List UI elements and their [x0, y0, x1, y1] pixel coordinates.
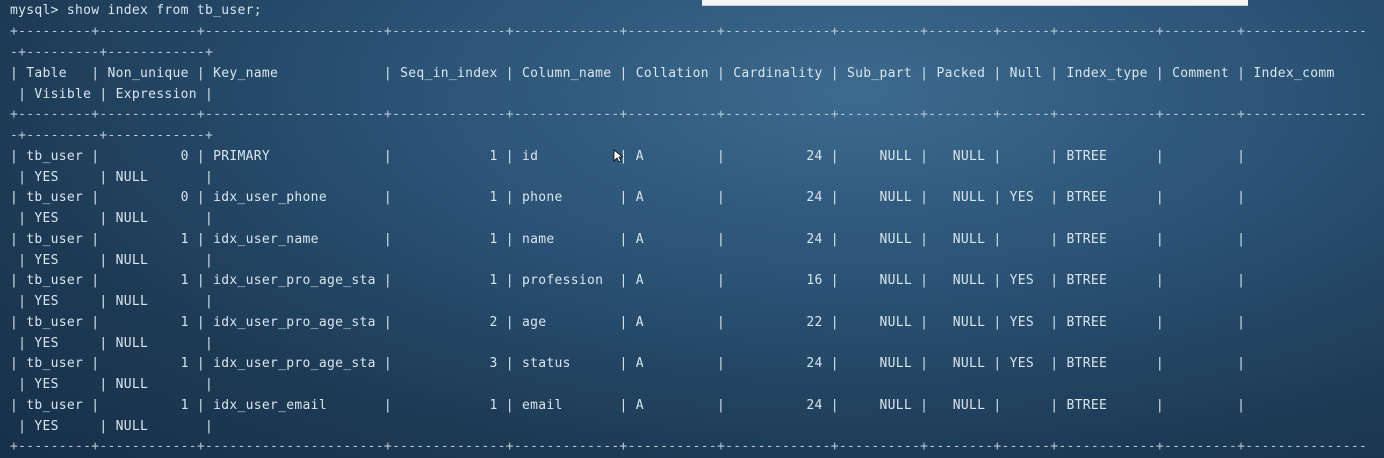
- table-row-wrap: | YES | NULL |: [10, 294, 214, 309]
- table-border-top: +---------+------------+----------------…: [10, 24, 1368, 39]
- mouse-cursor-icon: [613, 149, 623, 163]
- table-border-bottom: +---------+------------+----------------…: [10, 439, 1368, 454]
- table-row-wrap: | YES | NULL |: [10, 377, 214, 392]
- table-row: | tb_user | 1 | idx_user_pro_age_sta | 2…: [10, 315, 1246, 330]
- table-row: | tb_user | 0 | PRIMARY | 1 | id | A | 2…: [10, 149, 1246, 164]
- table-row: | tb_user | 1 | idx_user_pro_age_sta | 3…: [10, 356, 1246, 371]
- table-header: | Table | Non_unique | Key_name | Seq_in…: [10, 66, 1335, 81]
- table-border-header: +---------+------------+----------------…: [10, 107, 1368, 122]
- table-border-top-wrap: -+---------+------------+: [10, 45, 214, 60]
- table-header-wrap: | Visible | Expression |: [10, 87, 214, 102]
- table-border-header-wrap: -+---------+------------+: [10, 128, 214, 143]
- terminal-window[interactable]: mysql> show index from tb_user; +-------…: [0, 0, 1384, 458]
- table-row-wrap: | YES | NULL |: [10, 336, 214, 351]
- table-row-wrap: | YES | NULL |: [10, 211, 214, 226]
- table-row: | tb_user | 0 | idx_user_phone | 1 | pho…: [10, 190, 1246, 205]
- table-row: | tb_user | 1 | idx_user_pro_age_sta | 1…: [10, 273, 1246, 288]
- table-row-wrap: | YES | NULL |: [10, 170, 214, 185]
- table-row: | tb_user | 1 | idx_user_name | 1 | name…: [10, 232, 1246, 247]
- table-row-wrap: | YES | NULL |: [10, 419, 214, 434]
- overlay-panel: [702, 0, 1248, 6]
- sql-prompt: mysql> show index from tb_user;: [10, 3, 262, 18]
- table-row-wrap: | YES | NULL |: [10, 253, 214, 268]
- table-row: | tb_user | 1 | idx_user_email | 1 | ema…: [10, 398, 1246, 413]
